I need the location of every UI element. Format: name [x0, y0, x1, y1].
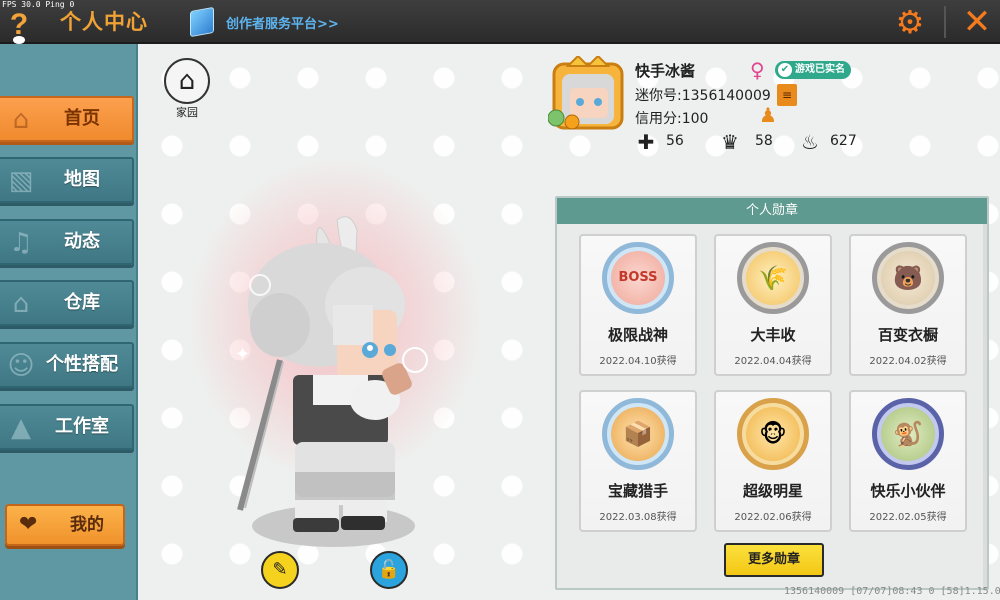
- boss-medal-icon: BOSS: [602, 242, 674, 314]
- sidebar-item-warehouse[interactable]: ⌂ 仓库: [0, 280, 134, 326]
- top-bar: FPS 30.0 Ping 0 ? 个人中心 创作者服务平台>> ⚙ ✕: [0, 0, 1000, 44]
- scrollbar[interactable]: [983, 224, 987, 588]
- badge-card[interactable]: 📦 宝藏猎手 2022.03.08获得: [579, 390, 697, 532]
- mini-id: 迷你号:1356140009: [635, 88, 771, 104]
- badge-date: 2022.04.02获得: [869, 356, 947, 367]
- pencil-icon: ✎: [272, 559, 288, 580]
- edit-button[interactable]: ✎: [261, 551, 299, 589]
- badge-name: 极限战神: [607, 326, 668, 344]
- sidebar-item-studio[interactable]: ▲ 工作室: [0, 404, 134, 450]
- add-friend-icon[interactable]: ♟: [756, 103, 780, 127]
- sidebar-item-label: 个性搭配: [46, 354, 118, 375]
- friends-medal-icon: 🐒: [872, 398, 944, 470]
- bell-icon: ♫: [9, 228, 33, 258]
- creator-platform-icon[interactable]: [190, 6, 214, 38]
- user-check-icon: ✔: [778, 63, 792, 77]
- lock-icon: 🔓: [377, 559, 401, 580]
- lock-button[interactable]: 🔓: [370, 551, 408, 589]
- badge-card[interactable]: 🌾 大丰收 2022.04.04获得: [714, 234, 832, 376]
- badge-panel-title: 个人勋章: [557, 198, 987, 224]
- badge-card[interactable]: 🐵 超级明星 2022.02.06获得: [714, 390, 832, 532]
- stat-value: 58: [755, 133, 773, 149]
- help-dot-icon: [13, 36, 25, 44]
- studio-icon: ▲: [11, 413, 31, 443]
- star-medal-icon: 🐵: [737, 398, 809, 470]
- home-label: 家园: [176, 106, 198, 119]
- badge-card[interactable]: BOSS 极限战神 2022.04.10获得: [579, 234, 697, 376]
- profile-name: 快手冰酱: [635, 62, 696, 80]
- wardrobe-medal-icon: 🐻: [872, 242, 944, 314]
- top-divider: [944, 6, 946, 38]
- badge-date: 2022.02.05获得: [869, 512, 947, 523]
- mine-label: 我的: [70, 515, 104, 535]
- help-button[interactable]: ?: [4, 8, 34, 44]
- plus-icon: ✚: [637, 130, 655, 154]
- flame-icon: ♨: [801, 130, 819, 154]
- badge-date: 2022.02.06获得: [734, 512, 812, 523]
- sidebar-item-label: 首页: [64, 108, 100, 129]
- treasure-medal-icon: 📦: [602, 398, 674, 470]
- sidebar-item-map[interactable]: ▧ 地图: [0, 157, 134, 203]
- more-badges-button[interactable]: 更多勋章: [724, 543, 824, 577]
- sidebar-item-label: 工作室: [55, 416, 109, 437]
- badge-name: 宝藏猎手: [607, 482, 668, 500]
- badge-date: 2022.04.10获得: [599, 356, 677, 367]
- gear-icon[interactable]: ⚙: [894, 6, 926, 38]
- badge-name: 超级明星: [742, 482, 803, 500]
- home-button[interactable]: ⌂: [164, 58, 210, 104]
- svg-text:✦: ✦: [235, 344, 250, 365]
- sidebar-item-label: 仓库: [64, 292, 100, 313]
- badge-name: 快乐小伙伴: [870, 482, 946, 500]
- badge-panel: 个人勋章 BOSS 极限战神 2022.04.10获得 🌾 大丰收 2022.0…: [555, 196, 989, 590]
- mine-button[interactable]: ❤ 我的: [5, 504, 125, 546]
- credit-score: 信用分:100: [635, 111, 709, 127]
- outfit-icon: ☺: [7, 351, 35, 381]
- avatar[interactable]: [548, 56, 628, 132]
- sidebar-item-outfit[interactable]: ☺ 个性搭配: [0, 342, 134, 388]
- creator-platform-link[interactable]: 创作者服务平台>>: [226, 13, 339, 32]
- sidebar-item-label: 地图: [64, 169, 100, 190]
- sidebar-item-label: 动态: [64, 231, 100, 252]
- female-icon: ♀: [750, 58, 765, 82]
- sidebar-item-activity[interactable]: ♫ 动态: [0, 219, 134, 265]
- house-icon: ⌂: [12, 105, 30, 135]
- heart-icon: ❤: [19, 512, 38, 537]
- home-icon: ⌂: [178, 66, 196, 96]
- badge-card[interactable]: 🐻 百变衣橱 2022.04.02获得: [849, 234, 967, 376]
- sidebar-item-home[interactable]: ⌂ 首页: [0, 96, 134, 142]
- badge-card[interactable]: 🐒 快乐小伙伴 2022.02.05获得: [849, 390, 967, 532]
- badge-date: 2022.03.08获得: [599, 512, 677, 523]
- close-icon[interactable]: ✕: [960, 4, 994, 40]
- badge-name: 大丰收: [750, 326, 796, 344]
- stat-value: 56: [666, 133, 684, 149]
- verified-badge: ✔ 游戏已实名: [775, 61, 851, 79]
- map-icon: ▧: [8, 166, 34, 196]
- warehouse-icon: ⌂: [12, 289, 30, 319]
- stat-value: 627: [830, 133, 857, 149]
- cheer-icon: ♛: [721, 130, 739, 154]
- page-title: 个人中心: [60, 10, 148, 34]
- character-avatar[interactable]: ✦: [225, 210, 445, 540]
- badge-name: 百变衣橱: [877, 326, 938, 344]
- harvest-medal-icon: 🌾: [737, 242, 809, 314]
- badge-date: 2022.04.04获得: [734, 356, 812, 367]
- copy-icon[interactable]: ≡: [777, 84, 797, 106]
- footer-info: 1356140009 [07/07]08:43 0 [58]1.15.0: [784, 586, 1000, 597]
